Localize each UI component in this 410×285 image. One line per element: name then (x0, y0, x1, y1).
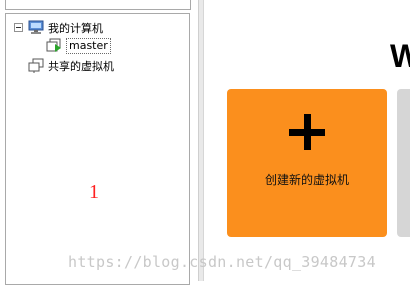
create-vm-button[interactable]: 创建新的虚拟机 (227, 89, 387, 237)
tree-item-label: 我的计算机 (48, 21, 103, 35)
tree-item-shared-vms[interactable]: 共享的虚拟机 (28, 57, 114, 74)
plus-icon (289, 114, 325, 150)
collapse-icon[interactable] (14, 23, 23, 32)
shared-vms-icon (28, 58, 44, 73)
annotation-number: 1 (89, 181, 99, 203)
library-pane: 我的计算机 master 共享的虚拟机 1 (0, 0, 198, 285)
search-input[interactable] (5, 0, 191, 10)
home-heading: W (390, 38, 410, 74)
next-tile-button[interactable] (397, 89, 410, 237)
tree-item-master[interactable]: master (46, 37, 111, 54)
create-vm-label: 创建新的虚拟机 (264, 173, 349, 187)
vm-icon (46, 38, 61, 52)
tree-item-label: 共享的虚拟机 (48, 59, 114, 73)
tree-item-my-computer[interactable]: 我的计算机 (14, 19, 103, 36)
watermark: https://blog.csdn.net/qq_39484734 (68, 253, 376, 271)
tree-item-label: master (66, 37, 111, 54)
computer-icon (28, 20, 44, 34)
